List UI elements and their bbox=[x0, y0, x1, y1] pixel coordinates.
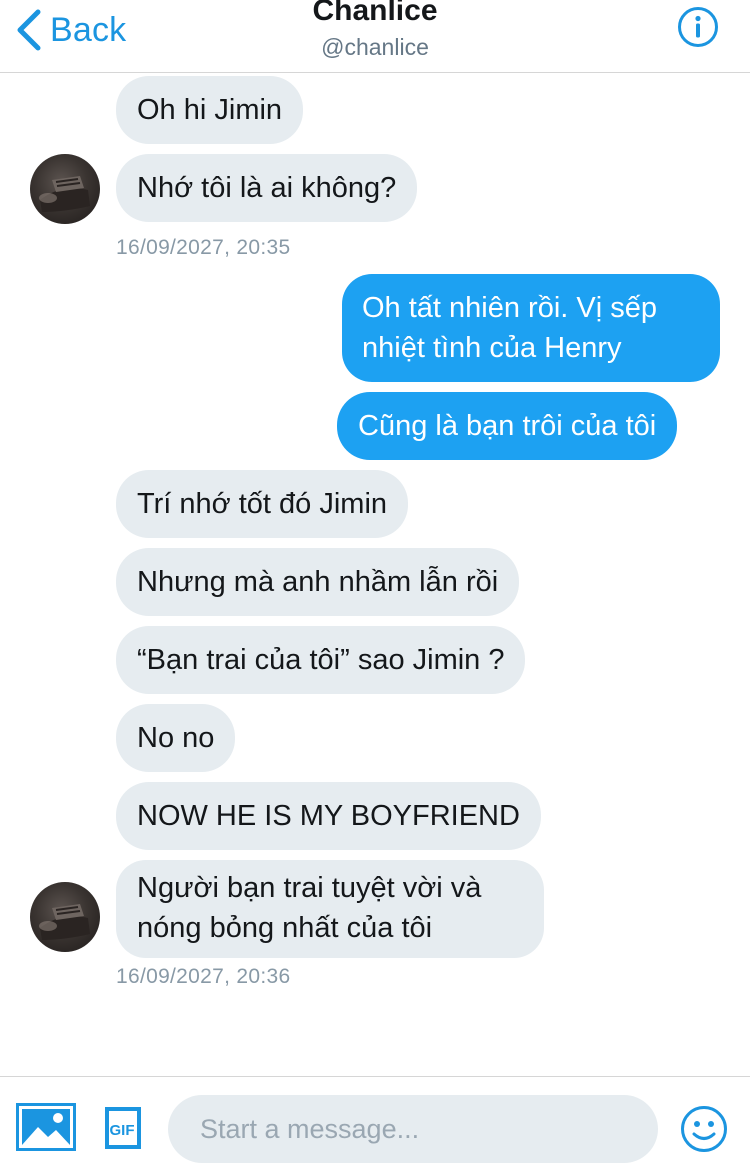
message-text: Nhớ tôi là ai không? bbox=[137, 172, 397, 204]
message-text: NOW HE IS MY BOYFRIEND bbox=[137, 800, 520, 832]
avatar[interactable] bbox=[30, 154, 100, 224]
add-media-button[interactable] bbox=[16, 1103, 76, 1151]
message-text: Trí nhớ tốt đó Jimin bbox=[137, 488, 388, 520]
conversation-title: Chanlice bbox=[312, 0, 438, 27]
message-text: No no bbox=[137, 722, 215, 754]
message-text: Oh tất nhiên rồi. Vị sếp nhiệt tình của … bbox=[362, 292, 657, 364]
message-timestamp: 16/09/2027, 20:35 bbox=[116, 236, 291, 259]
dm-conversation-screen: Back Chanlice @chanlice Oh hi Jimin Nhớ … bbox=[0, 0, 750, 1171]
message-bubble[interactable]: No no bbox=[116, 704, 236, 772]
message-bubble[interactable]: Người bạn trai tuyệt vời và nóng bỏng nh… bbox=[116, 860, 544, 958]
avatar[interactable] bbox=[30, 882, 100, 952]
info-button[interactable] bbox=[677, 6, 719, 48]
emoji-button[interactable] bbox=[680, 1105, 728, 1153]
add-gif-button[interactable]: GIF bbox=[103, 1105, 141, 1151]
gif-icon: GIF bbox=[103, 1107, 141, 1155]
message-bubble[interactable]: Nhớ tôi là ai không? bbox=[116, 154, 418, 222]
message-bubble[interactable]: Cũng là bạn trôi của tôi bbox=[337, 392, 678, 460]
message-composer: GIF bbox=[0, 1076, 750, 1171]
gif-label: GIF bbox=[110, 1122, 135, 1139]
smiley-icon bbox=[680, 1106, 728, 1157]
message-text: Nhưng mà anh nhầm lẫn rồi bbox=[137, 566, 499, 598]
message-text: “Bạn trai của tôi” sao Jimin ? bbox=[137, 644, 505, 676]
message-bubble[interactable]: Oh hi Jimin bbox=[116, 76, 304, 144]
info-icon bbox=[677, 7, 719, 52]
message-text: Người bạn trai tuyệt vời và nóng bỏng nh… bbox=[137, 872, 482, 944]
conversation-handle: @chanlice bbox=[321, 34, 429, 60]
message-bubble[interactable]: Nhưng mà anh nhầm lẫn rồi bbox=[116, 548, 520, 616]
message-bubble[interactable]: NOW HE IS MY BOYFRIEND bbox=[116, 782, 541, 850]
message-input[interactable] bbox=[168, 1095, 658, 1163]
conversation-header: Back Chanlice @chanlice bbox=[0, 0, 750, 73]
image-icon bbox=[16, 1103, 76, 1155]
message-bubble[interactable]: “Bạn trai của tôi” sao Jimin ? bbox=[116, 626, 526, 694]
message-bubble[interactable]: Trí nhớ tốt đó Jimin bbox=[116, 470, 409, 538]
message-text: Cũng là bạn trôi của tôi bbox=[358, 410, 657, 442]
message-timestamp: 16/09/2027, 20:36 bbox=[116, 965, 291, 988]
message-text: Oh hi Jimin bbox=[137, 94, 283, 126]
message-bubble[interactable]: Oh tất nhiên rồi. Vị sếp nhiệt tình của … bbox=[342, 274, 720, 382]
